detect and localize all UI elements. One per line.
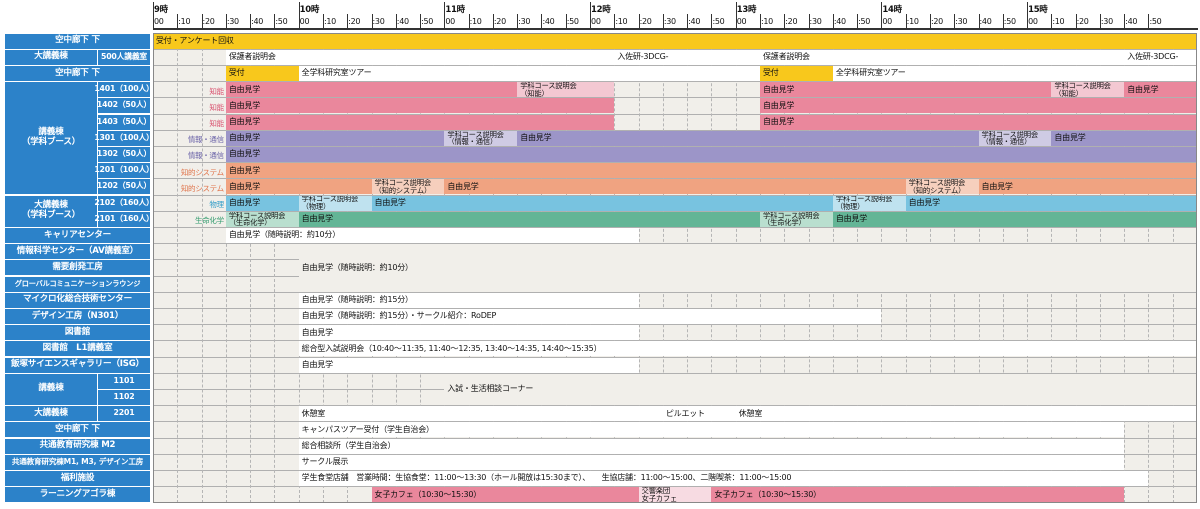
row-label: 空中廊下 下 — [5, 422, 150, 438]
minute-label: :30 — [518, 17, 531, 26]
row-label: 飯塚サイエンスギャラリー（ISG） — [5, 357, 150, 373]
row-label: 講義棟 — [5, 373, 97, 406]
minute-label: :10 — [469, 17, 482, 26]
minute-label: :10 — [906, 17, 919, 26]
minute-label: :50 — [858, 17, 871, 26]
minute-label: :40 — [1125, 17, 1138, 26]
room-label: 1402（50人） — [97, 98, 151, 114]
room-label: 1201（100人） — [94, 163, 154, 179]
hour-label: 15時 — [1028, 5, 1048, 15]
row-label: 講義棟 （学科ブース） — [5, 82, 97, 195]
hour-label: 10時 — [299, 5, 320, 15]
minute-label: :10 — [1052, 17, 1065, 26]
minute-label: :10 — [761, 17, 773, 26]
row-label: 大講義棟 — [5, 406, 97, 422]
minute-label: :10 — [323, 17, 336, 26]
row-label: 情報科学センター（AV講義室） — [5, 244, 150, 260]
room-label: 1301（100人） — [94, 130, 154, 146]
minute-label: :20 — [493, 17, 506, 26]
minute-label: :50 — [1149, 17, 1162, 26]
row-label: 図書館 L1講義室 — [5, 341, 150, 357]
minute-label: 00 — [1028, 17, 1038, 26]
minute-label: :40 — [251, 17, 264, 26]
row-label: 大講義棟 — [5, 49, 97, 65]
minute-label: 00 — [445, 17, 455, 26]
minute-label: 00 — [736, 17, 747, 26]
minute-label: :50 — [566, 17, 579, 26]
minute-label: :20 — [348, 17, 361, 26]
row-label: キャリアセンター — [5, 227, 150, 244]
room-label: 1403（50人） — [97, 114, 151, 130]
room-label: 2102（160人） — [94, 195, 154, 211]
row-label: 共通教育研究棟M1, M3, デザイン工房 — [5, 454, 150, 470]
minute-label: :20 — [930, 17, 943, 26]
header-underline — [153, 28, 1198, 30]
minute-label: :20 — [785, 17, 798, 26]
room-label: 1302（50人） — [97, 146, 151, 163]
minute-label: 00 — [882, 17, 892, 26]
row-label: デザイン工房（N301） — [5, 308, 150, 325]
minute-label: :30 — [663, 17, 676, 26]
hour-label: 12時 — [591, 5, 611, 15]
room-label: 1401（100人） — [94, 82, 154, 98]
minute-label: :40 — [542, 17, 555, 26]
row-label: 空中廊下 下 — [5, 33, 150, 49]
minute-label: :20 — [639, 17, 652, 26]
row-label: マイクロ化総合技術センター — [5, 292, 150, 308]
minute-label: :40 — [688, 17, 701, 26]
table-frame — [153, 33, 1198, 503]
row-label: 需要創発工房 — [5, 260, 150, 276]
minute-label: :30 — [809, 17, 822, 26]
minute-label: :30 — [1100, 17, 1113, 26]
room-label: 500人講義室 — [98, 49, 150, 65]
minute-label: :50 — [275, 17, 288, 26]
hour-label: 14時 — [882, 5, 902, 15]
room-label: 1102 — [98, 389, 150, 406]
minute-label: 00 — [591, 17, 601, 26]
minute-label: 00 — [154, 17, 164, 26]
row-label: 福利施設 — [5, 470, 150, 487]
minute-label: :30 — [372, 17, 385, 26]
minute-label: :50 — [421, 17, 434, 26]
room-label: 1202（50人） — [97, 179, 151, 195]
row-label: ラーニングアゴラ棟 — [5, 487, 150, 503]
room-label: 1101 — [98, 373, 150, 389]
hour-label: 9時 — [154, 5, 168, 15]
row-label: 空中廊下 下 — [5, 65, 150, 82]
hour-label: 11時 — [445, 5, 465, 15]
row-label: 図書館 — [5, 325, 150, 341]
minute-label: :40 — [979, 17, 992, 26]
minute-label: :30 — [955, 17, 968, 26]
minute-label: :40 — [833, 17, 846, 26]
minute-label: :40 — [396, 17, 409, 26]
row-label: 大講義棟 （学科ブース） — [5, 195, 97, 227]
minute-label: :10 — [178, 17, 191, 26]
schedule-table: 9時 00 :10 :20 :30 :40 :50 10時 00 :10 :20 :30 :40 :50 1… — [0, 0, 1200, 509]
minute-label: :20 — [1076, 17, 1089, 26]
minute-label: :30 — [226, 17, 239, 26]
hour-label: 13時 — [736, 5, 757, 15]
minute-label: :10 — [615, 17, 628, 26]
row-label: グローバルコミュニケーションラウンジ — [5, 276, 150, 292]
room-label: 2101（160人） — [94, 211, 154, 227]
minute-label: :50 — [712, 17, 725, 26]
room-label: 2201 — [98, 406, 150, 422]
row-label: 共通教育研究棟 M2 — [5, 438, 150, 454]
minute-label: :50 — [1003, 17, 1016, 26]
minute-label: :20 — [202, 17, 215, 26]
minute-label: 00 — [299, 17, 310, 26]
